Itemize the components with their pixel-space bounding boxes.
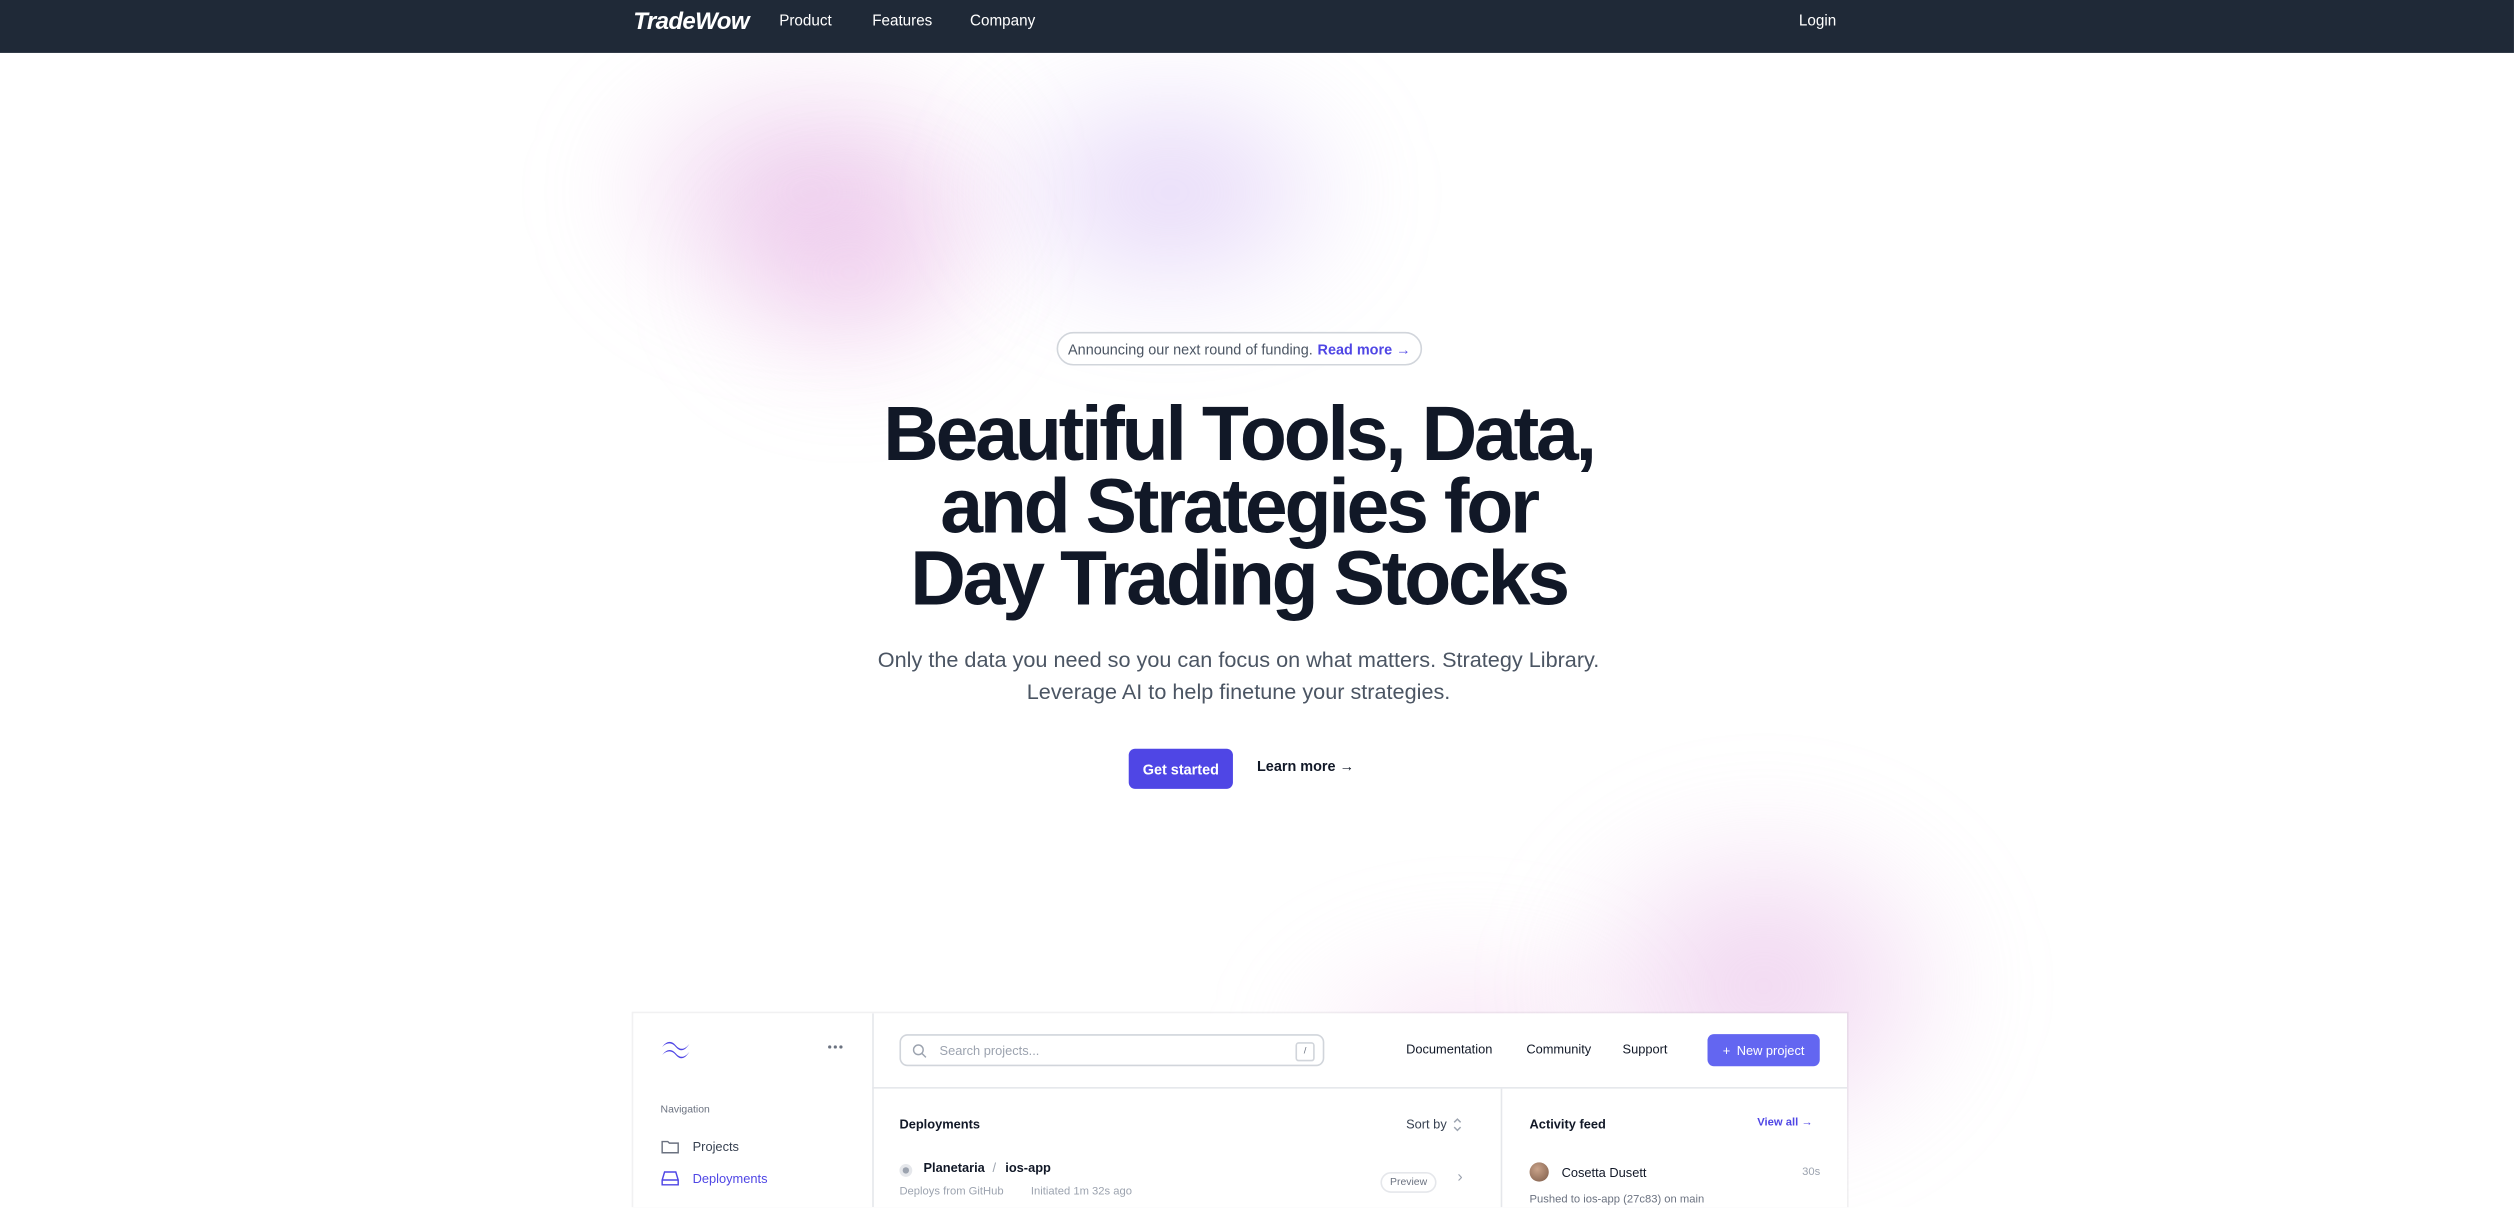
folder-icon	[661, 1140, 679, 1154]
hero-headline-line-2: and Strategies for	[940, 464, 1540, 550]
announcement-banner: Announcing our next round of funding. Re…	[1056, 331, 1423, 366]
nav-link-company[interactable]: Company	[970, 13, 1035, 31]
server-icon	[661, 1171, 679, 1186]
search-placeholder: Search projects...	[939, 1043, 1040, 1059]
chevron-right-icon: ›	[1457, 1168, 1463, 1187]
search-shortcut-badge: /	[1295, 1042, 1315, 1062]
hero-gradient-blob	[585, 48, 1035, 337]
deployment-description: Deploys from GitHub	[899, 1186, 1004, 1198]
search-icon	[912, 1044, 927, 1058]
plus-icon: +	[1722, 1042, 1731, 1058]
sort-icon	[1454, 1118, 1462, 1132]
deployments-panel: Deployments Sort by Planetaria / ios-app…	[872, 1089, 1500, 1208]
deployment-separator: /	[992, 1160, 997, 1176]
app-sidebar: Navigation Projects Deployments	[633, 1013, 874, 1208]
activity-detail: Pushed to ios-app (27c83) on main	[1529, 1194, 1705, 1206]
hero-gradient-blob	[689, 152, 1011, 393]
community-link[interactable]: Community	[1526, 1042, 1591, 1056]
nav-link-features[interactable]: Features	[872, 13, 932, 31]
hero-headline-line-1: Beautiful Tools, Data,	[883, 392, 1597, 478]
deployments-title: Deployments	[899, 1117, 980, 1132]
documentation-link[interactable]: Documentation	[1406, 1042, 1492, 1056]
hero-headline-line-3: Day Trading Stocks	[910, 537, 1570, 623]
nav-link-product[interactable]: Product	[779, 13, 832, 31]
hero-subtitle-line-2: Leverage AI to help finetune your strate…	[1026, 679, 1451, 704]
announcement-text: Announcing our next round of funding.	[1068, 340, 1313, 357]
login-link[interactable]: Login	[1799, 13, 1836, 31]
search-input[interactable]: Search projects... /	[899, 1034, 1325, 1067]
deployment-org: Planetaria	[923, 1160, 985, 1176]
new-project-button[interactable]: + New project	[1707, 1034, 1820, 1067]
activity-time: 30s	[1802, 1167, 1821, 1179]
read-more-link[interactable]: Read more →	[1318, 341, 1411, 357]
preview-badge: Preview	[1380, 1172, 1437, 1193]
status-dot-core	[902, 1167, 910, 1174]
get-started-button[interactable]: Get started	[1128, 748, 1233, 789]
avatar	[1529, 1162, 1549, 1182]
app-topbar: Search projects... / Documentation Commu…	[872, 1013, 1848, 1089]
deployment-project: ios-app	[1005, 1160, 1051, 1176]
sidebar-section-label: Navigation	[660, 1104, 710, 1116]
sidebar-item-label: Projects	[692, 1139, 739, 1154]
sidebar-item-label: Deployments	[692, 1171, 768, 1186]
brand-logo[interactable]: TradeWow	[633, 8, 749, 35]
sort-dropdown[interactable]: Sort by	[1406, 1118, 1463, 1132]
activity-user-name: Cosetta Dusett	[1561, 1165, 1647, 1181]
app-preview: Navigation Projects Deployments Search p…	[633, 1013, 1848, 1208]
view-all-link[interactable]: View all →	[1757, 1118, 1812, 1129]
landing-page: TradeWow Product Features Company Login …	[0, 0, 2514, 1208]
activity-title: Activity feed	[1529, 1117, 1606, 1132]
more-icon[interactable]	[827, 1044, 843, 1050]
activity-panel: Activity feed View all → Cosetta Dusett …	[1500, 1088, 1847, 1208]
sidebar-item-projects[interactable]: Projects	[661, 1138, 739, 1154]
sidebar-item-deployments[interactable]: Deployments	[661, 1170, 768, 1186]
learn-more-link[interactable]: Learn more →	[1257, 758, 1354, 774]
deployment-row[interactable]: Planetaria / ios-app Deploys from GitHub…	[899, 1158, 1476, 1206]
top-nav: TradeWow Product Features Company Login	[0, 0, 2514, 53]
hero-gradient-blob	[961, 56, 1379, 329]
hero-subtitle-line-1: Only the data you need so you can focus …	[877, 647, 1600, 672]
app-logo-icon	[662, 1041, 690, 1059]
support-link[interactable]: Support	[1623, 1042, 1668, 1056]
deployment-time: Initiated 1m 32s ago	[1030, 1186, 1133, 1198]
